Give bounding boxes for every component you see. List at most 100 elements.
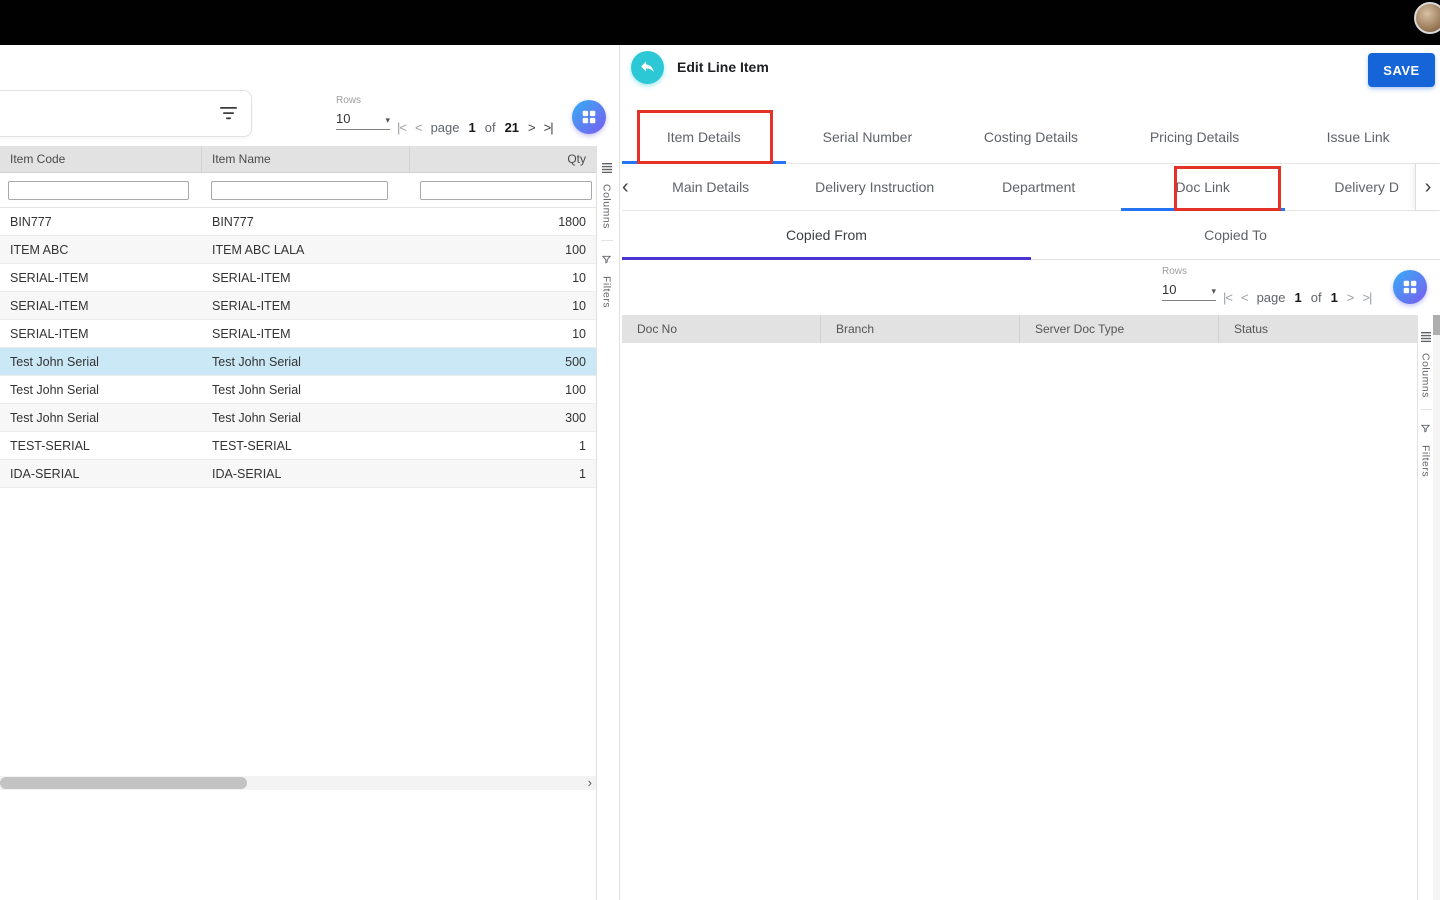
page-title: Edit Line Item: [677, 59, 769, 75]
item-code-cell: Test John Serial: [0, 383, 202, 397]
first-page-icon[interactable]: |<: [397, 120, 406, 135]
columns-icon: [602, 160, 612, 178]
vertical-scrollbar[interactable]: [1433, 315, 1440, 900]
item-qty-cell: 300: [410, 411, 596, 425]
filters-toggle[interactable]: Filters: [1420, 421, 1432, 477]
columns-toggle[interactable]: Columns: [601, 160, 613, 229]
tab-department[interactable]: Department: [957, 164, 1121, 210]
item-code-cell: TEST-SERIAL: [0, 439, 202, 453]
tab-doc-link[interactable]: Doc Link: [1121, 164, 1285, 210]
scrollbar-thumb[interactable]: [1433, 315, 1440, 335]
tab-copied-from[interactable]: Copied From: [622, 211, 1031, 259]
page-label: page: [1257, 290, 1286, 305]
edit-line-item-panel: Edit Line Item SAVE Item Details Serial …: [622, 45, 1440, 900]
next-page-icon[interactable]: >: [1347, 290, 1354, 305]
filter-funnel-icon: [1420, 421, 1431, 439]
screen: Rows 10 ▾ |< < page 1 of 21 > >| Item Co…: [0, 0, 1440, 900]
item-code-cell: IDA-SERIAL: [0, 467, 202, 481]
item-qty-cell: 100: [410, 243, 596, 257]
table-row[interactable]: TEST-SERIAL TEST-SERIAL 1: [0, 432, 596, 460]
table-row[interactable]: BIN777 BIN777 1800: [0, 208, 596, 236]
table-row[interactable]: SERIAL-ITEM SERIAL-ITEM 10: [0, 320, 596, 348]
scrollbar-thumb[interactable]: [0, 777, 247, 789]
item-name-filter-input[interactable]: [211, 181, 388, 200]
dropdown-caret-icon: ▾: [385, 115, 390, 126]
horizontal-scrollbar[interactable]: ›: [0, 776, 596, 790]
columns-toggle[interactable]: Columns: [1420, 329, 1432, 398]
tab-issue-link[interactable]: Issue Link: [1276, 110, 1440, 163]
item-qty-cell: 1800: [410, 215, 596, 229]
back-button[interactable]: [631, 51, 664, 84]
item-name-cell: BIN777: [202, 215, 410, 229]
doc-link-toolbar: Rows 10 ▾ |< < page 1 of 1 > >|: [622, 260, 1417, 315]
rows-value-dropdown[interactable]: 10 ▾: [1162, 282, 1216, 301]
column-header-server-doc-type[interactable]: Server Doc Type: [1019, 315, 1218, 343]
column-header-doc-no[interactable]: Doc No: [622, 315, 820, 343]
page-label: page: [431, 120, 460, 135]
table-row[interactable]: Test John Serial Test John Serial 100: [0, 376, 596, 404]
column-header-qty[interactable]: Qty: [410, 152, 596, 166]
panel-divider: [619, 45, 620, 900]
rows-label: Rows: [1162, 266, 1216, 277]
item-qty-cell: 1: [410, 439, 596, 453]
qty-filter-input[interactable]: [420, 181, 592, 200]
strip-divider: [601, 240, 613, 241]
item-name-cell: Test John Serial: [202, 411, 410, 425]
item-code-filter-input[interactable]: [8, 181, 189, 200]
top-bar: [0, 0, 1440, 45]
filter-list-icon[interactable]: [219, 107, 237, 121]
tab-item-details[interactable]: Item Details: [622, 110, 786, 163]
rows-value-dropdown[interactable]: 10 ▾: [336, 111, 390, 130]
current-page: 1: [468, 120, 475, 135]
column-header-item-name[interactable]: Item Name: [202, 146, 410, 172]
table-side-toolbar: Columns Filters: [596, 146, 616, 900]
table-row[interactable]: SERIAL-ITEM SERIAL-ITEM 10: [0, 264, 596, 292]
save-button[interactable]: SAVE: [1368, 53, 1435, 87]
tab-copied-to[interactable]: Copied To: [1031, 211, 1440, 259]
item-search-input[interactable]: [9, 99, 199, 129]
tab-main-details[interactable]: Main Details: [629, 164, 793, 210]
next-page-icon[interactable]: >: [528, 120, 535, 135]
tab-pricing-details[interactable]: Pricing Details: [1113, 110, 1277, 163]
item-name-cell: ITEM ABC LALA: [202, 243, 410, 257]
rows-per-page-select[interactable]: Rows 10 ▾: [336, 95, 390, 130]
column-header-status[interactable]: Status: [1218, 315, 1417, 343]
tab-serial-number[interactable]: Serial Number: [786, 110, 950, 163]
item-qty-cell: 10: [410, 299, 596, 313]
item-code-cell: Test John Serial: [0, 355, 202, 369]
tab-scroll-right-icon[interactable]: ›: [1415, 164, 1440, 210]
columns-label: Columns: [1420, 353, 1432, 398]
table-row[interactable]: Test John Serial Test John Serial 300: [0, 404, 596, 432]
grid-view-icon[interactable]: [1393, 270, 1427, 304]
item-code-cell: BIN777: [0, 215, 202, 229]
first-page-icon[interactable]: |<: [1223, 290, 1232, 305]
filters-toggle[interactable]: Filters: [601, 252, 613, 308]
column-header-item-code[interactable]: Item Code: [0, 146, 202, 172]
item-code-cell: SERIAL-ITEM: [0, 327, 202, 341]
last-page-icon[interactable]: >|: [544, 120, 553, 135]
tab-costing-details[interactable]: Costing Details: [949, 110, 1113, 163]
prev-page-icon[interactable]: <: [1241, 290, 1248, 305]
tab-scroll-left-icon[interactable]: ‹: [622, 164, 629, 210]
item-name-cell: Test John Serial: [202, 383, 410, 397]
grid-view-icon[interactable]: [572, 100, 606, 134]
copied-tab-bar: Copied From Copied To: [622, 211, 1440, 260]
dropdown-caret-icon: ▾: [1211, 286, 1216, 297]
last-page-icon[interactable]: >|: [1362, 290, 1371, 305]
table-side-toolbar: Columns Filters: [1417, 315, 1433, 900]
doc-link-table-body: [622, 343, 1417, 900]
scroll-right-icon[interactable]: ›: [588, 776, 592, 790]
prev-page-icon[interactable]: <: [415, 120, 422, 135]
column-header-branch[interactable]: Branch: [820, 315, 1019, 343]
rows-label: Rows: [336, 95, 390, 106]
table-row[interactable]: SERIAL-ITEM SERIAL-ITEM 10: [0, 292, 596, 320]
table-row[interactable]: IDA-SERIAL IDA-SERIAL 1: [0, 460, 596, 488]
item-name-cell: TEST-SERIAL: [202, 439, 410, 453]
rows-per-page-select[interactable]: Rows 10 ▾: [1162, 266, 1216, 301]
table-row-selected[interactable]: Test John Serial Test John Serial 500: [0, 348, 596, 376]
tab-delivery-instruction[interactable]: Delivery Instruction: [793, 164, 957, 210]
filters-label: Filters: [601, 276, 613, 308]
table-row[interactable]: ITEM ABC ITEM ABC LALA 100: [0, 236, 596, 264]
item-qty-cell: 100: [410, 383, 596, 397]
user-avatar[interactable]: [1414, 2, 1440, 34]
